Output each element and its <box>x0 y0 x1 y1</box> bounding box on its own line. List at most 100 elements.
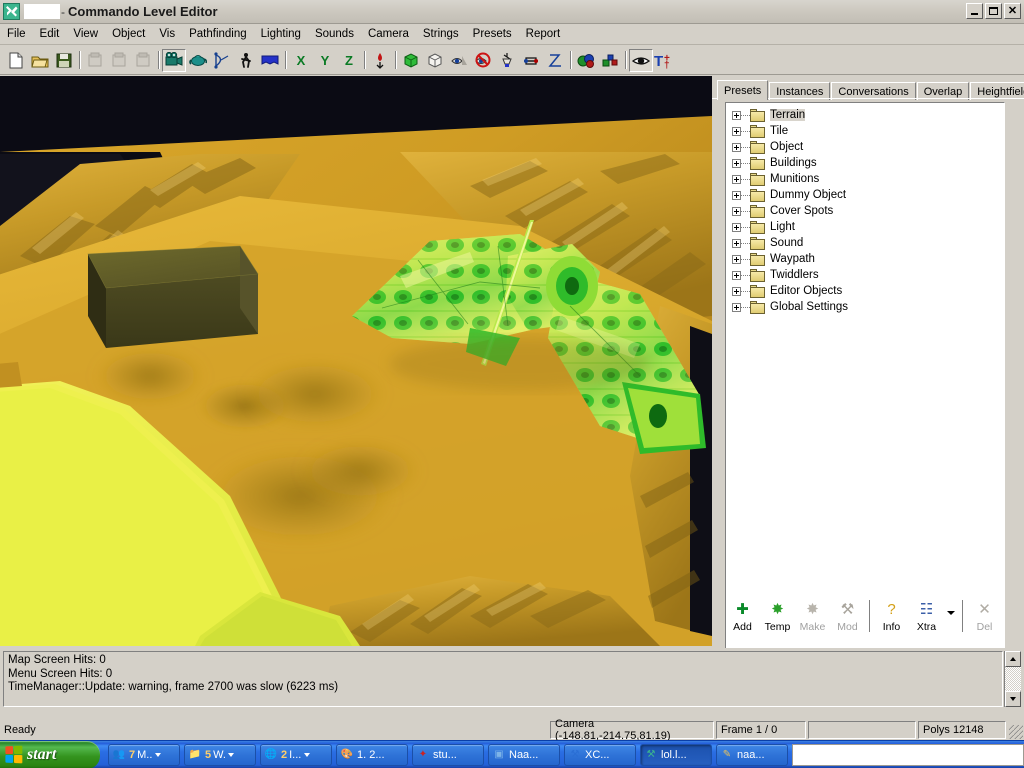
minimize-button[interactable] <box>966 3 983 19</box>
vis-disable-icon[interactable] <box>471 49 495 72</box>
temp-button[interactable]: ✸Temp <box>761 598 794 633</box>
tree-item-global-settings[interactable]: Global Settings <box>732 299 1004 315</box>
menu-view[interactable]: View <box>66 26 105 42</box>
log-scrollbar[interactable] <box>1004 651 1021 707</box>
copy-icon[interactable] <box>107 49 131 72</box>
tree-item-editor-objects[interactable]: Editor Objects <box>732 283 1004 299</box>
menu-sounds[interactable]: Sounds <box>308 26 361 42</box>
light-icon[interactable] <box>495 49 519 72</box>
task-internet-explorer-chevron-down-icon[interactable] <box>301 753 312 757</box>
vis-points-icon[interactable] <box>447 49 471 72</box>
menu-presets[interactable]: Presets <box>466 26 519 42</box>
maximize-button[interactable] <box>985 3 1002 19</box>
menu-camera[interactable]: Camera <box>361 26 416 42</box>
tree-item-label: Global Settings <box>770 301 848 313</box>
3d-viewport[interactable] <box>0 76 712 646</box>
start-button[interactable]: start <box>0 741 100 768</box>
scroll-track[interactable] <box>1005 667 1021 691</box>
xtra-button[interactable]: ☷Xtra <box>910 598 943 633</box>
save-icon[interactable] <box>52 49 76 72</box>
task-messenger-chevron-down-icon[interactable] <box>152 753 163 757</box>
folder-icon: 📁 <box>188 748 202 762</box>
expand-plus-icon[interactable] <box>732 287 741 296</box>
walk-icon[interactable] <box>234 49 258 72</box>
folder-icon <box>750 269 766 282</box>
expand-plus-icon[interactable] <box>732 143 741 152</box>
menu-vis[interactable]: Vis <box>152 26 182 42</box>
task-explorer[interactable]: 📁5W. <box>184 744 256 766</box>
zone-icon[interactable] <box>519 49 543 72</box>
task-naa-2[interactable]: ✎naa... <box>716 744 788 766</box>
tree-connector <box>741 307 750 308</box>
expand-plus-icon[interactable] <box>732 207 741 216</box>
teapot-icon[interactable] <box>186 49 210 72</box>
task-level-editor[interactable]: ⚒lol.l... <box>640 744 712 766</box>
xtra-dropdown-arrow-icon[interactable] <box>944 598 958 634</box>
expand-plus-icon[interactable] <box>732 191 741 200</box>
angle-icon[interactable] <box>543 49 567 72</box>
task-naa-1[interactable]: ▣Naa... <box>488 744 560 766</box>
menu-file[interactable]: File <box>0 26 33 42</box>
resize-grip[interactable] <box>1009 725 1023 739</box>
expand-plus-icon[interactable] <box>732 175 741 184</box>
task-paint[interactable]: 🎨1. 2... <box>336 744 408 766</box>
task-studio[interactable]: ✦stu... <box>412 744 484 766</box>
expand-plus-icon[interactable] <box>732 111 741 120</box>
task-internet-explorer[interactable]: 🌐2I... <box>260 744 332 766</box>
tree-item-buildings[interactable]: Buildings <box>732 155 1004 171</box>
tree-item-sound[interactable]: Sound <box>732 235 1004 251</box>
expand-plus-icon[interactable] <box>732 223 741 232</box>
tree-item-tile[interactable]: Tile <box>732 123 1004 139</box>
open-icon[interactable] <box>28 49 52 72</box>
tree-item-waypath[interactable]: Waypath <box>732 251 1004 267</box>
drop-to-ground-icon[interactable] <box>368 49 392 72</box>
text-toggle-icon[interactable]: T+† <box>653 49 677 72</box>
tree-item-dummy-object[interactable]: Dummy Object <box>732 187 1004 203</box>
scroll-down-button[interactable] <box>1005 691 1021 707</box>
close-button[interactable]: ✕ <box>1004 3 1021 19</box>
menu-pathfinding[interactable]: Pathfinding <box>182 26 254 42</box>
menu-edit[interactable]: Edit <box>33 26 67 42</box>
task-messenger[interactable]: 👥7M.. <box>108 744 180 766</box>
new-icon[interactable] <box>4 49 28 72</box>
log-pane: Map Screen Hits: 0Menu Screen Hits: 0Tim… <box>0 648 1024 720</box>
paste-icon[interactable] <box>131 49 155 72</box>
expand-plus-icon[interactable] <box>732 159 741 168</box>
menu-object[interactable]: Object <box>105 26 152 42</box>
axis-x-icon[interactable]: X <box>289 49 313 72</box>
scroll-up-button[interactable] <box>1005 651 1021 667</box>
expand-plus-icon[interactable] <box>732 127 741 136</box>
view-toggle-icon[interactable] <box>629 49 653 72</box>
axis-z-icon[interactable]: Z <box>337 49 361 72</box>
log-output[interactable]: Map Screen Hits: 0Menu Screen Hits: 0Tim… <box>3 651 1003 707</box>
tree-item-object[interactable]: Object <box>732 139 1004 155</box>
tree-item-munitions[interactable]: Munitions <box>732 171 1004 187</box>
add-button[interactable]: ✚Add <box>726 598 759 633</box>
show-wireframe-icon[interactable] <box>423 49 447 72</box>
camera-icon[interactable] <box>162 49 186 72</box>
pathfind-icon[interactable] <box>210 49 234 72</box>
folder-icon <box>750 141 766 154</box>
show-geometry-icon[interactable] <box>399 49 423 72</box>
preset-tree[interactable]: TerrainTileObjectBuildingsMunitionsDummy… <box>725 102 1005 657</box>
menu-report[interactable]: Report <box>519 26 568 42</box>
axis-y-icon[interactable]: Y <box>313 49 337 72</box>
tree-item-light[interactable]: Light <box>732 219 1004 235</box>
menu-strings[interactable]: Strings <box>416 26 466 42</box>
tree-item-cover-spots[interactable]: Cover Spots <box>732 203 1004 219</box>
expand-plus-icon[interactable] <box>732 271 741 280</box>
tree-item-terrain[interactable]: Terrain <box>732 107 1004 123</box>
task-xcc[interactable]: ⚒XC... <box>564 744 636 766</box>
cut-icon[interactable] <box>83 49 107 72</box>
task-explorer-chevron-down-icon[interactable] <box>226 753 237 757</box>
backdrop-icon[interactable] <box>258 49 282 72</box>
expand-plus-icon[interactable] <box>732 303 741 312</box>
expand-plus-icon[interactable] <box>732 239 741 248</box>
menu-lighting[interactable]: Lighting <box>254 26 308 42</box>
tree-item-twiddlers[interactable]: Twiddlers <box>732 267 1004 283</box>
expand-plus-icon[interactable] <box>732 255 741 264</box>
vis-sectors-icon[interactable] <box>574 49 598 72</box>
cover-spots-icon[interactable] <box>598 49 622 72</box>
tab-presets[interactable]: Presets <box>717 80 768 100</box>
info-button[interactable]: ?Info <box>875 598 908 633</box>
